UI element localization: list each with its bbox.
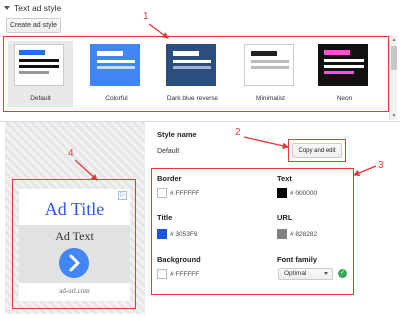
colorful-thumbnail: [90, 44, 140, 86]
title-color-value[interactable]: # 3053F9: [170, 231, 197, 238]
ad-choices-icon: ▷: [118, 191, 127, 200]
font-family-select[interactable]: Optimal: [278, 268, 333, 280]
gallery-scrollbar[interactable]: ▲ ▼: [389, 36, 397, 120]
ad-preview: Ad Title ▷ Ad Text ad-url.com: [19, 189, 130, 301]
title-label: Title: [157, 213, 173, 222]
minimalist-thumbnail: [244, 44, 294, 86]
background-color-swatch[interactable]: [157, 269, 167, 279]
ad-body: Ad Text: [19, 225, 130, 283]
font-family-label: Font family: [277, 255, 318, 264]
style-label: Default: [30, 95, 51, 102]
create-ad-style-button[interactable]: Create ad style: [6, 18, 61, 33]
style-label: Minimalist: [256, 95, 285, 102]
text-color-swatch[interactable]: [277, 188, 287, 198]
style-label: Dark blue reverse: [166, 95, 219, 102]
scrollbar-thumb[interactable]: [391, 46, 397, 70]
collapse-triangle-icon[interactable]: [4, 6, 10, 10]
style-name-value: Default: [157, 148, 180, 155]
dark-blue-reverse-thumbnail: [166, 44, 216, 86]
neon-thumbnail: [318, 44, 368, 86]
default-thumbnail: [14, 44, 64, 86]
url-color-swatch[interactable]: [277, 229, 287, 239]
style-name-label: Style name: [157, 130, 197, 139]
style-option-default[interactable]: Default: [8, 41, 73, 107]
section-title: Text ad style: [14, 3, 62, 13]
border-color-value[interactable]: # FFFFFF: [170, 190, 199, 197]
copy-and-edit-button[interactable]: Copy and edit: [292, 143, 342, 158]
arrow-right-icon: [59, 248, 89, 278]
annotation-number-4: 4: [68, 148, 74, 159]
style-label: Neon: [336, 95, 353, 102]
style-option-minimalist[interactable]: Minimalist: [238, 41, 303, 107]
annotation-number-1: 1: [143, 11, 149, 22]
background-color-value[interactable]: # FFFFFF: [170, 271, 199, 278]
section-header[interactable]: Text ad style: [4, 2, 61, 14]
chevron-down-icon: [324, 272, 328, 275]
style-option-dark-blue-reverse[interactable]: Dark blue reverse: [160, 41, 225, 107]
ad-title-area: Ad Title ▷: [19, 189, 130, 225]
text-label: Text: [277, 174, 292, 183]
scroll-up-icon[interactable]: ▲: [390, 36, 398, 44]
ad-title: Ad Title: [44, 199, 105, 219]
ad-url: ad-url.com: [59, 287, 90, 295]
ad-text: Ad Text: [55, 229, 94, 243]
style-option-neon[interactable]: Neon: [312, 41, 377, 107]
annotation-number-2: 2: [235, 127, 241, 138]
annotation-number-3: 3: [378, 160, 384, 171]
font-family-value: Optimal: [284, 270, 307, 277]
style-option-colorful[interactable]: Colorful: [84, 41, 149, 107]
check-icon: ✓: [338, 269, 347, 278]
title-color-swatch[interactable]: [157, 229, 167, 239]
text-color-value[interactable]: # 000000: [290, 190, 317, 197]
border-color-swatch[interactable]: [157, 188, 167, 198]
border-label: Border: [157, 174, 182, 183]
style-label: Colorful: [105, 95, 128, 102]
style-gallery: Default Colorful Dark blue reverse Minim…: [3, 36, 389, 112]
url-color-value[interactable]: # 828282: [290, 231, 317, 238]
scroll-down-icon[interactable]: ▼: [390, 112, 398, 120]
url-label: URL: [277, 213, 293, 222]
background-label: Background: [157, 255, 201, 264]
